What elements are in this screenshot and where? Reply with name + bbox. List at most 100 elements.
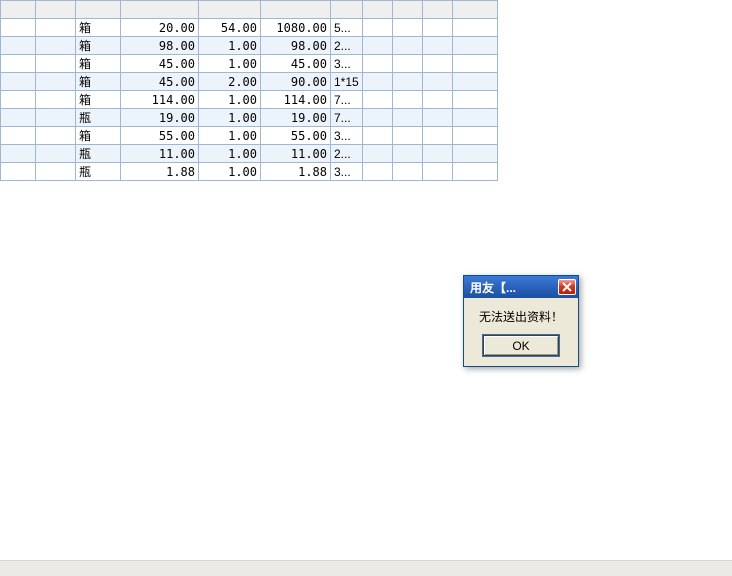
cell[interactable] [36, 109, 76, 127]
cell[interactable]: 5... [331, 19, 363, 37]
close-icon[interactable] [558, 279, 576, 295]
cell[interactable]: 45.00 [121, 73, 199, 91]
cell[interactable]: 1.00 [199, 127, 261, 145]
cell[interactable] [392, 37, 422, 55]
cell[interactable]: 1.00 [199, 55, 261, 73]
cell[interactable] [392, 55, 422, 73]
cell[interactable]: 箱 [76, 91, 121, 109]
cell[interactable] [362, 145, 392, 163]
cell[interactable]: 90.00 [261, 73, 331, 91]
cell[interactable]: 瓶 [76, 145, 121, 163]
cell[interactable] [422, 127, 452, 145]
cell[interactable] [452, 73, 497, 91]
cell[interactable]: 箱 [76, 55, 121, 73]
cell[interactable] [36, 127, 76, 145]
table-row[interactable]: 箱20.0054.001080.005... [1, 19, 498, 37]
cell[interactable] [1, 91, 36, 109]
cell[interactable]: 114.00 [121, 91, 199, 109]
cell[interactable] [422, 19, 452, 37]
cell[interactable]: 55.00 [121, 127, 199, 145]
cell[interactable]: 45.00 [121, 55, 199, 73]
cell[interactable]: 98.00 [121, 37, 199, 55]
cell[interactable] [1, 163, 36, 181]
cell[interactable] [392, 19, 422, 37]
cell[interactable] [1, 37, 36, 55]
cell[interactable]: 1.88 [121, 163, 199, 181]
cell[interactable]: 1.00 [199, 109, 261, 127]
cell[interactable]: 11.00 [121, 145, 199, 163]
cell[interactable] [1, 73, 36, 91]
cell[interactable]: 55.00 [261, 127, 331, 145]
cell[interactable] [452, 127, 497, 145]
cell[interactable]: 2... [331, 37, 363, 55]
cell[interactable]: 箱 [76, 19, 121, 37]
cell[interactable] [36, 163, 76, 181]
table-row[interactable]: 箱45.001.0045.003... [1, 55, 498, 73]
cell[interactable] [452, 145, 497, 163]
cell[interactable] [422, 91, 452, 109]
cell[interactable]: 20.00 [121, 19, 199, 37]
table-row[interactable]: 箱114.001.00114.007... [1, 91, 498, 109]
cell[interactable] [452, 109, 497, 127]
cell[interactable] [362, 37, 392, 55]
cell[interactable]: 7... [331, 91, 363, 109]
cell[interactable] [392, 163, 422, 181]
cell[interactable] [1, 127, 36, 145]
cell[interactable] [36, 91, 76, 109]
table-row[interactable]: 瓶19.001.0019.007... [1, 109, 498, 127]
cell[interactable] [362, 73, 392, 91]
cell[interactable] [362, 19, 392, 37]
cell[interactable]: 98.00 [261, 37, 331, 55]
cell[interactable] [452, 91, 497, 109]
cell[interactable] [452, 163, 497, 181]
cell[interactable] [422, 73, 452, 91]
cell[interactable] [1, 55, 36, 73]
cell[interactable] [1, 109, 36, 127]
cell[interactable] [422, 145, 452, 163]
cell[interactable] [362, 163, 392, 181]
cell[interactable]: 箱 [76, 127, 121, 145]
cell[interactable]: 箱 [76, 37, 121, 55]
cell[interactable]: 2... [331, 145, 363, 163]
cell[interactable]: 1.00 [199, 91, 261, 109]
table-row[interactable]: 箱45.002.0090.001*15 [1, 73, 498, 91]
cell[interactable]: 7... [331, 109, 363, 127]
data-grid[interactable]: 箱20.0054.001080.005...箱98.001.0098.002..… [0, 0, 498, 181]
cell[interactable] [452, 19, 497, 37]
cell[interactable]: 45.00 [261, 55, 331, 73]
cell[interactable] [36, 73, 76, 91]
dialog-titlebar[interactable]: 用友【... [464, 276, 578, 298]
cell[interactable] [392, 91, 422, 109]
cell[interactable] [452, 55, 497, 73]
cell[interactable]: 1080.00 [261, 19, 331, 37]
cell[interactable] [1, 145, 36, 163]
ok-button[interactable]: OK [483, 335, 559, 356]
cell[interactable] [362, 55, 392, 73]
table-row[interactable]: 箱98.001.0098.002... [1, 37, 498, 55]
table-row[interactable]: 箱55.001.0055.003... [1, 127, 498, 145]
cell[interactable]: 箱 [76, 73, 121, 91]
cell[interactable] [422, 37, 452, 55]
cell[interactable]: 瓶 [76, 109, 121, 127]
cell[interactable]: 1.00 [199, 37, 261, 55]
cell[interactable] [422, 109, 452, 127]
cell[interactable]: 19.00 [121, 109, 199, 127]
cell[interactable] [392, 73, 422, 91]
cell[interactable]: 3... [331, 163, 363, 181]
cell[interactable] [36, 37, 76, 55]
cell[interactable]: 114.00 [261, 91, 331, 109]
cell[interactable]: 1.00 [199, 145, 261, 163]
cell[interactable] [422, 55, 452, 73]
cell[interactable] [392, 109, 422, 127]
cell[interactable] [362, 127, 392, 145]
cell[interactable]: 2.00 [199, 73, 261, 91]
cell[interactable] [36, 19, 76, 37]
cell[interactable]: 11.00 [261, 145, 331, 163]
cell[interactable] [422, 163, 452, 181]
cell[interactable]: 1.00 [199, 163, 261, 181]
cell[interactable]: 1*15 [331, 73, 363, 91]
table-row[interactable]: 瓶1.881.001.883... [1, 163, 498, 181]
cell[interactable] [452, 37, 497, 55]
cell[interactable]: 1.88 [261, 163, 331, 181]
cell[interactable]: 瓶 [76, 163, 121, 181]
